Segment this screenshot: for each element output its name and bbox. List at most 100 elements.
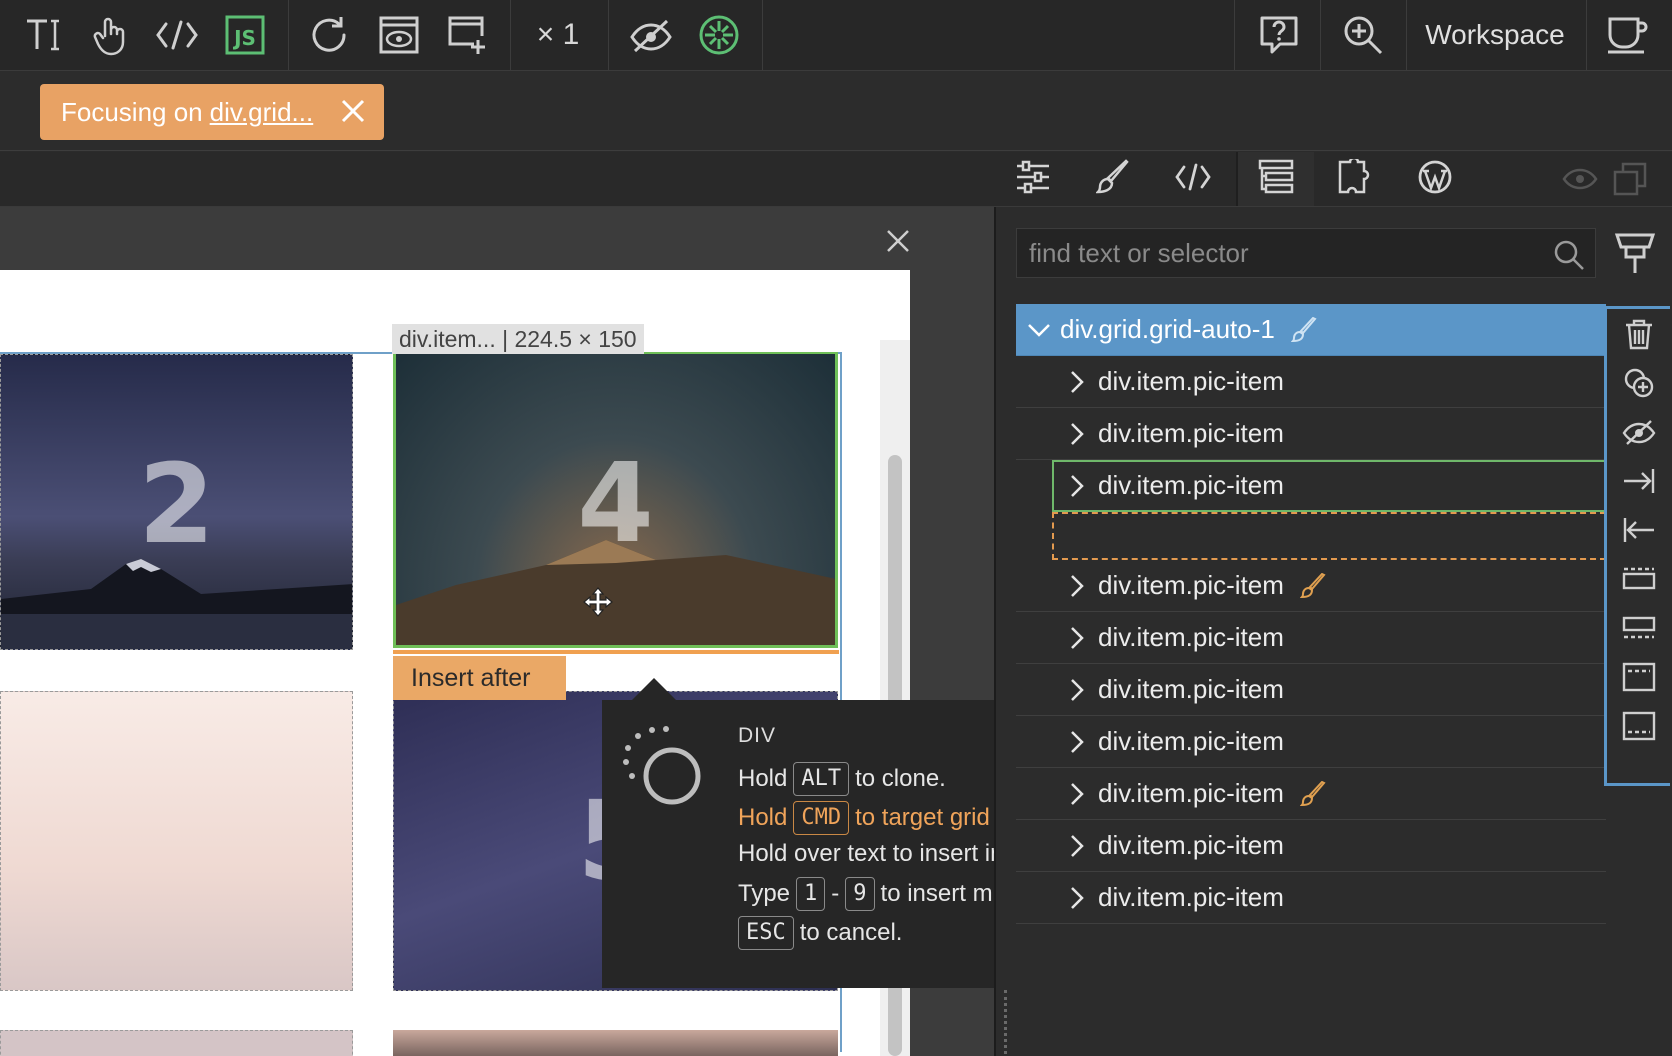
toolbar-divider — [1320, 0, 1321, 70]
chevron-right-icon[interactable] — [1062, 370, 1092, 394]
key-esc: ESC — [738, 916, 794, 950]
key-alt: ALT — [793, 762, 850, 796]
tree-node-label: div.grid.grid-auto-1 — [1060, 314, 1275, 344]
panel-tabs-bar — [0, 152, 1672, 207]
tree-node[interactable]: div.item.pic-item — [1016, 716, 1606, 768]
js-icon[interactable]: JS — [222, 0, 268, 70]
grid-item-image-selected[interactable]: 4 — [393, 352, 838, 648]
svg-text:JS: JS — [232, 26, 256, 50]
indent-icon[interactable] — [1607, 456, 1670, 505]
tab-tree[interactable] — [1236, 152, 1314, 206]
tree-node[interactable]: div.item.pic-item — [1016, 612, 1606, 664]
tree-node[interactable]: div.item.pic-item — [1016, 820, 1606, 872]
insert-after-label: Insert after — [393, 656, 566, 700]
chevron-right-icon[interactable] — [1062, 626, 1092, 650]
panel-resize-handle[interactable] — [1004, 990, 1008, 1054]
chevron-right-icon[interactable] — [1062, 730, 1092, 754]
chevron-down-icon[interactable] — [1024, 322, 1054, 338]
code-icon[interactable] — [154, 0, 200, 70]
brush-icon — [1094, 158, 1130, 200]
tooltip-text: to cancel. — [799, 919, 903, 946]
text-tool-icon[interactable] — [20, 0, 66, 70]
code-icon — [1175, 163, 1211, 196]
main-toolbar: JS × 1 Workspace — [0, 0, 1672, 71]
grid-item-image[interactable] — [393, 1030, 838, 1056]
chevron-right-icon[interactable] — [1062, 574, 1092, 598]
toolbar-divider — [288, 0, 289, 70]
wordpress-icon — [1417, 159, 1453, 200]
brush-icon — [1290, 316, 1317, 343]
popout-icon[interactable] — [1604, 152, 1656, 206]
focus-prefix: Focusing on — [61, 96, 203, 127]
target-icon[interactable] — [696, 0, 742, 70]
element-tree: div.grid.grid-auto-1 div.item.pic-item d… — [1016, 304, 1606, 924]
tree-node-label: div.item.pic-item — [1098, 882, 1284, 912]
wrap-icon[interactable] — [1607, 554, 1670, 603]
refresh-icon[interactable] — [306, 0, 352, 70]
tree-node-hovered[interactable]: div.item.pic-item — [1052, 460, 1606, 512]
tab-styles[interactable] — [1074, 152, 1152, 206]
chevron-right-icon[interactable] — [1062, 474, 1092, 498]
tree-node[interactable]: div.item.pic-item — [1016, 560, 1606, 612]
tab-components[interactable] — [1316, 152, 1394, 206]
duplicate-icon[interactable] — [1607, 358, 1670, 407]
help-icon[interactable] — [1256, 0, 1302, 70]
tooltip-text: to clone. — [855, 765, 946, 792]
filter-icon[interactable] — [1614, 231, 1656, 280]
grid-item-image[interactable]: 2 — [0, 354, 353, 650]
puzzle-icon — [1337, 156, 1373, 200]
outdent-icon[interactable] — [1607, 505, 1670, 554]
insert-top-icon[interactable] — [1607, 652, 1670, 701]
key-cmd: CMD — [793, 801, 850, 835]
zoom-level[interactable]: × 1 — [526, 0, 590, 70]
cup-icon[interactable] — [1604, 0, 1650, 70]
chevron-right-icon[interactable] — [1062, 678, 1092, 702]
tab-wordpress[interactable] — [1396, 152, 1474, 206]
close-icon[interactable] — [340, 98, 366, 131]
grid-item-image[interactable] — [0, 691, 353, 991]
tree-node[interactable]: div.item.pic-item — [1016, 768, 1606, 820]
tab-code[interactable] — [1154, 152, 1232, 206]
tooltip-title: DIV — [738, 724, 777, 747]
insert-after-icon[interactable] — [1607, 603, 1670, 652]
preview-icon[interactable] — [376, 0, 422, 70]
tree-node[interactable]: div.item.pic-item — [1016, 664, 1606, 716]
tree-node-root[interactable]: div.grid.grid-auto-1 — [1016, 304, 1606, 356]
tree-node-label: div.item.pic-item — [1098, 726, 1284, 756]
hide-element-icon[interactable] — [1607, 407, 1670, 456]
tooltip-line-clone: Hold ALT to clone. — [738, 762, 946, 796]
tooltip-text: Hold — [738, 804, 788, 831]
workspace-button[interactable]: Workspace — [1412, 0, 1578, 70]
tree-node[interactable]: div.item.pic-item — [1016, 356, 1606, 408]
chevron-right-icon[interactable] — [1062, 782, 1092, 806]
zoom-label: × 1 — [536, 18, 580, 51]
focus-target-link[interactable]: div.grid... — [210, 97, 314, 128]
close-icon[interactable] — [886, 229, 910, 258]
insert-bottom-icon[interactable] — [1607, 701, 1670, 750]
grid-item-image[interactable] — [0, 1030, 353, 1056]
zoom-in-icon[interactable] — [1340, 0, 1386, 70]
hide-icon[interactable] — [628, 0, 674, 70]
add-page-icon[interactable] — [444, 0, 490, 70]
focus-chip[interactable]: Focusing on div.grid... — [40, 84, 384, 140]
tile-number: 4 — [577, 439, 654, 567]
tree-node-label: div.item.pic-item — [1098, 570, 1284, 600]
toolbar-divider — [608, 0, 609, 70]
tab-properties[interactable] — [994, 152, 1072, 206]
chevron-right-icon[interactable] — [1062, 422, 1092, 446]
touch-icon[interactable] — [88, 0, 134, 70]
trash-icon[interactable] — [1607, 309, 1670, 358]
chevron-right-icon[interactable] — [1062, 886, 1092, 910]
search-icon[interactable] — [1553, 239, 1585, 276]
key-1: 1 — [796, 877, 826, 911]
tree-node-label: div.item.pic-item — [1098, 366, 1284, 396]
node-actions-toolbar — [1604, 306, 1670, 786]
tree-node-label: div.item.pic-item — [1098, 830, 1284, 860]
tree-node[interactable]: div.item.pic-item — [1016, 408, 1606, 460]
chevron-right-icon[interactable] — [1062, 834, 1092, 858]
search-input[interactable] — [1017, 229, 1595, 277]
toolbar-divider — [762, 0, 763, 70]
insert-indicator — [393, 650, 839, 654]
tree-node[interactable]: div.item.pic-item — [1016, 872, 1606, 924]
visibility-icon[interactable] — [1560, 152, 1600, 206]
